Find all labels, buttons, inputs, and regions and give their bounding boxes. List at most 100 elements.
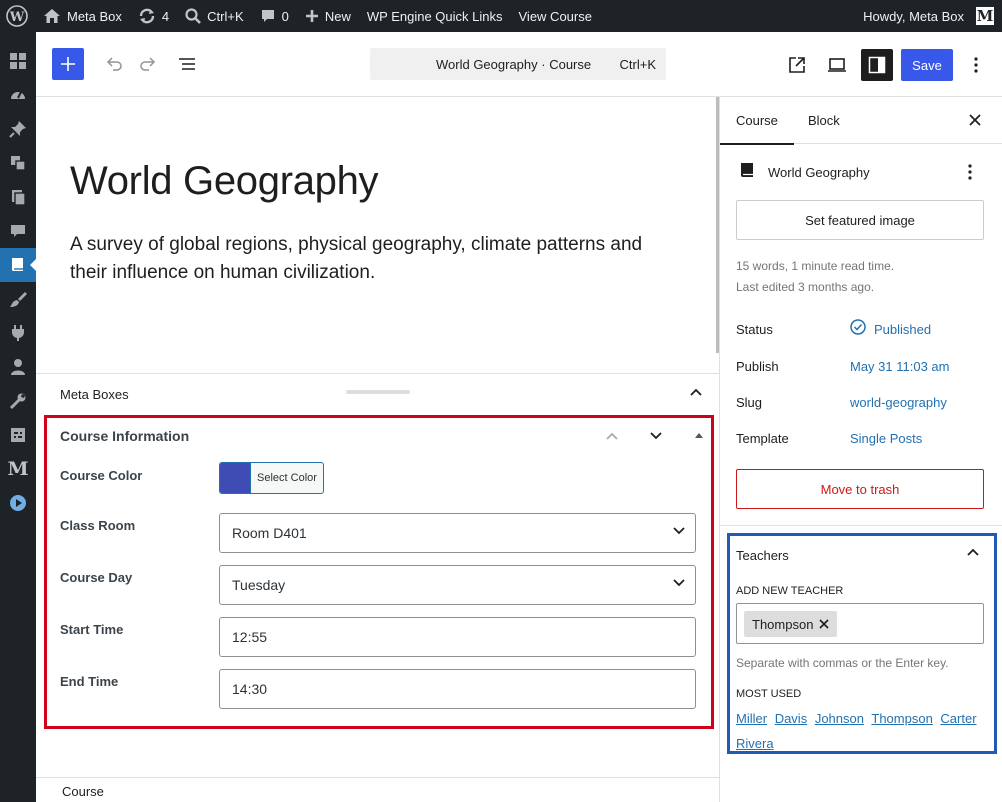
site-name-link[interactable]: Meta Box xyxy=(35,0,130,32)
view-post-button[interactable] xyxy=(781,49,813,81)
class-room-select[interactable]: Room D401 xyxy=(219,513,696,553)
most-used-teacher-link[interactable]: Miller xyxy=(736,711,767,726)
resize-handle[interactable] xyxy=(346,390,410,394)
teachers-title[interactable]: Teachers xyxy=(736,548,789,563)
course-day-select[interactable]: Tuesday xyxy=(219,565,696,605)
set-featured-image-button[interactable]: Set featured image xyxy=(736,200,984,240)
meta-boxes-header[interactable]: Meta Boxes xyxy=(36,374,719,411)
search-shortcut: Ctrl+K xyxy=(207,8,244,24)
redo-icon xyxy=(140,57,156,71)
slug-link[interactable]: world-geography xyxy=(850,395,947,410)
pages-icon[interactable] xyxy=(0,180,36,214)
admin-bar: W Meta Box 4 Ctrl+K 0 New WP Engine Quic… xyxy=(0,0,1002,32)
block-inserter-button[interactable] xyxy=(52,48,84,80)
more-vertical-icon xyxy=(974,57,978,73)
svg-text:W: W xyxy=(9,10,25,25)
save-button[interactable]: Save xyxy=(901,49,953,81)
document-overview-button[interactable] xyxy=(171,48,203,80)
updates-count: 4 xyxy=(161,8,170,24)
wordpress-logo-icon[interactable]: W xyxy=(0,0,35,32)
select-color-button[interactable]: Select Color xyxy=(219,462,324,494)
tab-course[interactable]: Course xyxy=(720,113,794,145)
remove-token-icon[interactable] xyxy=(819,619,829,629)
gauge-icon[interactable] xyxy=(0,78,36,112)
most-used-teacher-link[interactable]: Rivera xyxy=(736,736,774,751)
courses-book-icon[interactable] xyxy=(0,248,36,282)
meta-boxes-panel: Meta Boxes Course Information Course Col… xyxy=(36,373,719,777)
chevron-up-icon[interactable] xyxy=(689,387,703,397)
external-link-icon xyxy=(789,57,805,73)
command-shortcut: Ctrl+K xyxy=(619,57,656,72)
account-menu[interactable]: Howdy, Meta Box M xyxy=(855,0,1002,32)
appearance-brush-icon[interactable] xyxy=(0,282,36,316)
end-time-input[interactable]: 14:30 xyxy=(219,669,696,709)
new-content-link[interactable]: New xyxy=(297,0,359,32)
post-excerpt-paragraph[interactable]: A survey of global regions, physical geo… xyxy=(70,231,680,287)
updates-link[interactable]: 4 xyxy=(130,0,177,32)
sidebar-tabs: Course Block xyxy=(720,97,1002,145)
search-link[interactable]: Ctrl+K xyxy=(177,0,251,32)
plugins-icon[interactable] xyxy=(0,316,36,350)
move-up-icon[interactable] xyxy=(605,431,619,441)
metabox-m-icon[interactable]: M xyxy=(0,452,36,486)
template-link[interactable]: Single Posts xyxy=(850,431,922,446)
collapse-toggle-icon[interactable] xyxy=(694,432,704,439)
teacher-token: Thompson xyxy=(744,611,838,637)
post-actions-more-icon[interactable] xyxy=(968,164,972,180)
publish-date-link[interactable]: May 31 11:03 am xyxy=(850,359,949,374)
undo-button[interactable] xyxy=(98,48,130,80)
read-time-text: 15 words, 1 minute read time. xyxy=(736,259,895,273)
course-information-title[interactable]: Course Information xyxy=(60,428,189,444)
breadcrumb[interactable]: Course xyxy=(62,784,104,799)
command-title: World Geography · Course xyxy=(436,57,592,72)
comments-icon[interactable] xyxy=(0,214,36,248)
course-day-value: Tuesday xyxy=(232,577,286,593)
most-used-label: MOST USED xyxy=(736,688,802,700)
most-used-list: Miller Davis Johnson Thompson Carter Riv… xyxy=(736,706,986,756)
preview-device-button[interactable] xyxy=(821,49,853,81)
redo-button[interactable] xyxy=(132,48,164,80)
course-information-metabox: Course Information Course Color Select C… xyxy=(44,415,714,729)
move-to-trash-button[interactable]: Move to trash xyxy=(736,469,984,509)
media-icon[interactable] xyxy=(0,146,36,180)
options-menu-button[interactable] xyxy=(962,49,990,81)
color-swatch xyxy=(220,463,250,493)
move-down-icon[interactable] xyxy=(649,431,663,441)
editor-canvas: World Geography A survey of global regio… xyxy=(36,97,716,373)
play-circle-icon[interactable] xyxy=(0,486,36,520)
comments-count: 0 xyxy=(281,8,289,24)
settings-sidebar-toggle[interactable] xyxy=(861,49,893,81)
teacher-token-input[interactable]: Thompson xyxy=(736,603,984,644)
command-palette-bar[interactable]: World Geography · Course Ctrl+K xyxy=(370,48,666,80)
dashboard-grid-icon[interactable] xyxy=(0,44,36,78)
search-icon xyxy=(185,8,202,24)
sidebar-icon xyxy=(868,56,886,74)
class-room-label: Class Room xyxy=(60,518,136,533)
comments-link[interactable]: 0 xyxy=(252,0,297,32)
users-icon[interactable] xyxy=(0,350,36,384)
most-used-teacher-link[interactable]: Davis xyxy=(775,711,808,726)
most-used-teacher-link[interactable]: Johnson xyxy=(815,711,864,726)
wp-engine-link[interactable]: WP Engine Quick Links xyxy=(359,0,511,32)
comment-bubble-icon xyxy=(260,8,276,24)
most-used-teacher-link[interactable]: Thompson xyxy=(871,711,932,726)
close-icon[interactable] xyxy=(968,113,982,127)
site-name: Meta Box xyxy=(67,8,122,24)
chevron-down-icon xyxy=(673,527,685,535)
most-used-teacher-link[interactable]: Carter xyxy=(940,711,976,726)
post-title[interactable]: World Geography xyxy=(70,159,379,204)
status-value-link[interactable]: Published xyxy=(874,322,931,337)
block-breadcrumb-bar: Course xyxy=(36,777,719,802)
tools-wrench-icon[interactable] xyxy=(0,384,36,418)
list-view-icon xyxy=(179,58,195,70)
tab-block[interactable]: Block xyxy=(808,113,840,128)
settings-icon[interactable] xyxy=(0,418,36,452)
class-room-value: Room D401 xyxy=(232,525,307,541)
published-check-icon xyxy=(850,319,866,335)
view-course-link[interactable]: View Course xyxy=(511,0,600,32)
chevron-up-icon[interactable] xyxy=(967,548,979,557)
start-time-input[interactable]: 12:55 xyxy=(219,617,696,657)
pin-icon[interactable] xyxy=(0,112,36,146)
home-icon xyxy=(43,8,61,24)
last-edited-text: Last edited 3 months ago. xyxy=(736,280,875,294)
